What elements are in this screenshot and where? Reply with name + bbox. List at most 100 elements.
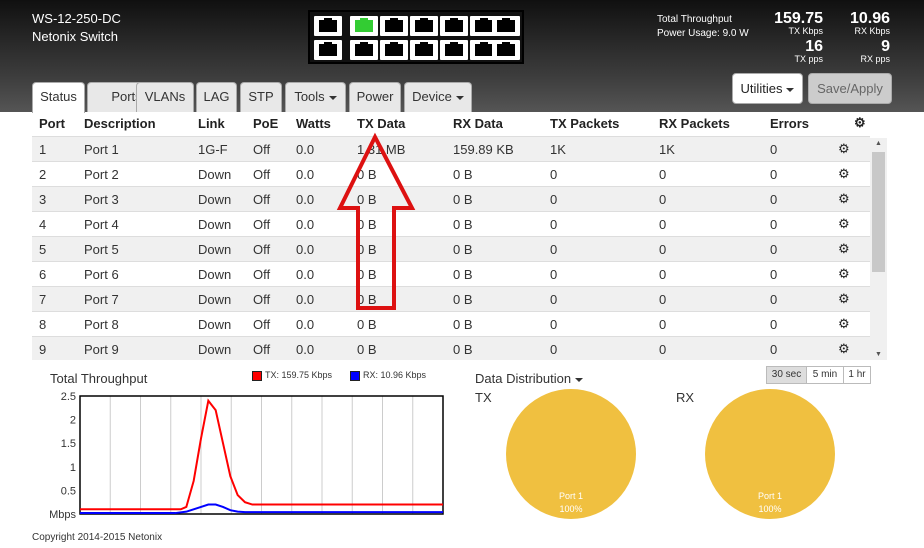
port-diagram-4[interactable] (350, 40, 378, 60)
table-row[interactable]: 2 Port 2 Down Off 0.0 0 B 0 B 0 0 0 ⚙ (32, 161, 870, 186)
tab-vlans[interactable]: VLANs (136, 82, 194, 112)
power-usage-label: Power Usage: 9.0 W (657, 28, 749, 39)
col-tx-packets: TX Packets (550, 116, 620, 131)
rx-pps-value: 9 (881, 38, 890, 55)
cell-port: 7 (39, 292, 47, 307)
port-settings-gear-icon[interactable]: ⚙ (838, 216, 850, 232)
cell-rx-data: 0 B (453, 217, 473, 232)
cell-rx-data: 0 B (453, 292, 473, 307)
chevron-down-icon (786, 87, 795, 92)
utilities-button[interactable]: Utilities (732, 73, 803, 104)
port-diagram-14[interactable] (492, 40, 520, 60)
total-throughput-label: Total Throughput (657, 14, 732, 25)
tab-device-label: Device (412, 89, 452, 104)
table-row[interactable]: 6 Port 6 Down Off 0.0 0 B 0 B 0 0 0 ⚙ (32, 261, 870, 286)
time-30sec-button[interactable]: 30 sec (766, 366, 807, 384)
cell-errors: 0 (770, 242, 778, 257)
port-settings-gear-icon[interactable]: ⚙ (838, 141, 850, 157)
cell-watts: 0.0 (296, 217, 315, 232)
time-1hr-button[interactable]: 1 hr (843, 366, 871, 384)
tx-kbps-stat: 159.75 TX Kbps (770, 11, 823, 37)
table-row[interactable]: 7 Port 7 Down Off 0.0 0 B 0 B 0 0 0 ⚙ (32, 286, 870, 311)
cell-link: Down (198, 217, 232, 232)
time-5min-button[interactable]: 5 min (806, 366, 844, 384)
cell-tx-packets: 0 (550, 292, 558, 307)
cell-errors: 0 (770, 342, 778, 357)
tx-pps-value: 16 (805, 38, 823, 55)
port-diagram-8[interactable] (410, 40, 438, 60)
table-row[interactable]: 8 Port 8 Down Off 0.0 0 B 0 B 0 0 0 ⚙ (32, 311, 870, 336)
table-row[interactable]: 5 Port 5 Down Off 0.0 0 B 0 B 0 0 0 ⚙ (32, 236, 870, 261)
port-diagram-10[interactable] (440, 40, 468, 60)
scroll-up-icon[interactable]: ▲ (875, 140, 882, 147)
cell-poe: Off (253, 142, 271, 157)
port-diagram-active[interactable] (350, 16, 378, 36)
tab-lag[interactable]: LAG (196, 82, 237, 112)
data-distribution-dropdown[interactable]: Data Distribution (475, 371, 584, 386)
cell-description: Port 4 (84, 217, 119, 232)
table-settings-gear-icon[interactable]: ⚙ (854, 115, 866, 131)
rx-kbps-value: 10.96 (849, 10, 890, 27)
port-diagram-9[interactable] (440, 16, 468, 36)
port-diagram-1[interactable] (314, 16, 342, 36)
save-apply-button[interactable]: Save/Apply (808, 73, 892, 104)
port-diagram-6[interactable] (380, 40, 408, 60)
port-settings-gear-icon[interactable]: ⚙ (838, 316, 850, 332)
port-diagram-5[interactable] (380, 16, 408, 36)
table-row[interactable]: 3 Port 3 Down Off 0.0 0 B 0 B 0 0 0 ⚙ (32, 186, 870, 211)
tab-stp[interactable]: STP (240, 82, 282, 112)
cell-poe: Off (253, 267, 271, 282)
chevron-down-icon (575, 377, 584, 382)
cell-tx-data: 0 B (357, 292, 377, 307)
tab-tools[interactable]: Tools (285, 82, 346, 112)
port-settings-gear-icon[interactable]: ⚙ (838, 166, 850, 182)
cell-tx-data: 0 B (357, 242, 377, 257)
cell-tx-packets: 0 (550, 267, 558, 282)
port-diagram-7[interactable] (410, 16, 438, 36)
charts-panel (32, 360, 887, 548)
cell-tx-packets: 0 (550, 317, 558, 332)
cell-watts: 0.0 (296, 242, 315, 257)
tab-power[interactable]: Power (349, 82, 401, 112)
cell-poe: Off (253, 342, 271, 357)
tx-legend: TX: 159.75 Kbps (252, 370, 332, 381)
cell-link: Down (198, 292, 232, 307)
col-link: Link (198, 116, 225, 131)
tab-status[interactable]: Status (32, 82, 85, 113)
col-tx-data: TX Data (357, 116, 406, 131)
cell-rx-data: 0 B (453, 317, 473, 332)
table-row[interactable]: 9 Port 9 Down Off 0.0 0 B 0 B 0 0 0 ⚙ (32, 336, 870, 361)
cell-rx-data: 0 B (453, 167, 473, 182)
col-watts: Watts (296, 116, 331, 131)
scrollbar-thumb[interactable] (872, 152, 885, 272)
table-row[interactable]: 4 Port 4 Down Off 0.0 0 B 0 B 0 0 0 ⚙ (32, 211, 870, 236)
rx-legend-label: RX: 10.96 Kbps (363, 370, 427, 380)
col-rx-data: RX Data (453, 116, 503, 131)
port-diagram-2[interactable] (314, 40, 342, 60)
cell-link: Down (198, 342, 232, 357)
cell-tx-packets: 0 (550, 342, 558, 357)
tab-device[interactable]: Device (404, 82, 472, 112)
port-settings-gear-icon[interactable]: ⚙ (838, 341, 850, 357)
cell-port: 3 (39, 192, 47, 207)
cell-description: Port 1 (84, 142, 119, 157)
scroll-down-icon[interactable]: ▼ (875, 351, 882, 358)
cell-tx-data: 0 B (357, 192, 377, 207)
time-30sec-label: 30 sec (771, 369, 802, 380)
table-row[interactable]: 1 Port 1 1G-F Off 0.0 1.31 MB 159.89 KB 1K 1K 0 ⚙ (32, 136, 870, 161)
port-settings-gear-icon[interactable]: ⚙ (838, 266, 850, 282)
cell-errors: 0 (770, 167, 778, 182)
cell-errors: 0 (770, 142, 778, 157)
cell-port: 4 (39, 217, 47, 232)
table-scrollbar[interactable]: ▲ ▼ (870, 138, 887, 360)
chevron-down-icon (455, 95, 464, 100)
cell-watts: 0.0 (296, 142, 315, 157)
throughput-chart-title: Total Throughput (50, 371, 148, 386)
port-settings-gear-icon[interactable]: ⚙ (838, 241, 850, 257)
tab-vlans-label: VLANs (144, 89, 186, 104)
port-settings-gear-icon[interactable]: ⚙ (838, 291, 850, 307)
port-settings-gear-icon[interactable]: ⚙ (838, 191, 850, 207)
col-port: Port (39, 116, 65, 131)
tx-legend-label: TX: 159.75 Kbps (265, 370, 333, 380)
port-diagram-13[interactable] (492, 16, 520, 36)
